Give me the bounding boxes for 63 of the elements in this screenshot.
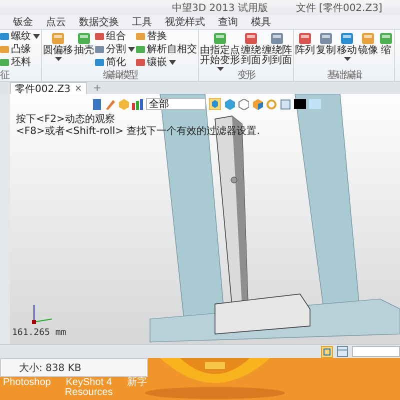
tool-icon <box>379 31 393 45</box>
ribbon-button[interactable]: 替换 <box>136 31 197 42</box>
menu-item[interactable]: 点云 <box>45 15 67 29</box>
ribbon-button[interactable]: 组合 <box>95 31 135 42</box>
tool-icon <box>77 31 91 45</box>
hint-text: 按下<F2>动态的观察 <box>16 114 116 126</box>
ribbon-button[interactable]: 简化 <box>95 57 135 68</box>
ribbon-button[interactable]: 分割 <box>95 44 135 55</box>
selected-view-icon[interactable] <box>209 98 221 110</box>
tool-icon <box>270 31 284 45</box>
axis-triad-icon <box>30 304 54 326</box>
menu-item[interactable]: 视觉样式 <box>164 15 206 29</box>
bar-chart-icon[interactable] <box>132 98 143 110</box>
group-label: 征 <box>0 71 10 81</box>
tool-icon <box>298 31 312 45</box>
ribbon-button[interactable]: 镜像 <box>358 31 378 56</box>
tool-icon <box>244 31 258 45</box>
ribbon-button[interactable]: 由指定点开始变形 <box>200 31 240 71</box>
command-input-field[interactable] <box>352 346 400 357</box>
ribbon-button[interactable]: 缠绕到面 <box>241 31 261 66</box>
ribbon-button[interactable]: 圆偏移 <box>43 31 73 61</box>
ribbon-button[interactable]: 解析自相交 <box>136 44 197 55</box>
tool-icon <box>51 31 65 45</box>
ribbon-button[interactable]: 螺纹 <box>0 31 40 42</box>
ribbon-button[interactable]: 凸缘 <box>0 44 40 55</box>
cube-icon[interactable] <box>252 98 263 110</box>
menu-item[interactable]: 查询 <box>217 15 239 29</box>
menu-item[interactable]: 工具 <box>131 15 153 29</box>
document-icon[interactable] <box>92 98 102 110</box>
layout-icon[interactable] <box>321 346 333 358</box>
ribbon-button[interactable]: 缠绕阵列到面 <box>262 31 292 66</box>
ribbon-button[interactable]: 坯料 <box>0 57 40 68</box>
pencil-icon[interactable] <box>105 98 115 110</box>
ribbon-button[interactable]: 阵列 <box>295 31 315 56</box>
window-title: 中望3D 2013 试用版 <box>172 2 268 14</box>
filter-dropdown[interactable]: 全部 <box>146 98 206 110</box>
ribbon-button[interactable]: 抽壳 <box>74 31 94 56</box>
group-label: 编辑模型 <box>102 71 138 81</box>
tool-icon <box>340 31 354 45</box>
menu-item[interactable]: 数据交换 <box>78 15 120 29</box>
file-title: 文件 [零件002.Z3] <box>296 2 382 14</box>
wireframe-cube-icon[interactable] <box>238 98 249 110</box>
panel-icon[interactable] <box>337 346 348 357</box>
tool-icon <box>319 31 333 45</box>
color-swatch-icon[interactable] <box>309 99 321 109</box>
group-label: 变形 <box>236 71 256 81</box>
cube-icon[interactable] <box>224 98 235 110</box>
close-button[interactable]: × <box>74 84 82 94</box>
menu-item[interactable]: 钣金 <box>12 15 34 29</box>
ribbon-button[interactable]: 缩 <box>379 31 393 56</box>
group-label: 基础编辑 <box>326 71 362 81</box>
document-tab[interactable]: 零件002.Z3 × <box>10 82 88 94</box>
tool-icon <box>213 31 227 45</box>
measurement-text: 161.265 mm <box>12 328 66 338</box>
color-swatch-icon[interactable] <box>294 99 306 109</box>
menu-item[interactable]: 模具 <box>250 15 272 29</box>
ribbon-button[interactable]: 移动 <box>337 31 357 61</box>
file-size-text: 大小: 838 KB <box>19 362 82 374</box>
ribbon-button[interactable]: 复制 <box>316 31 336 56</box>
square-icon[interactable] <box>280 98 291 110</box>
tool-icon <box>361 31 375 45</box>
ring-icon[interactable] <box>266 98 277 110</box>
ribbon-button[interactable]: 镶嵌 <box>136 57 197 68</box>
